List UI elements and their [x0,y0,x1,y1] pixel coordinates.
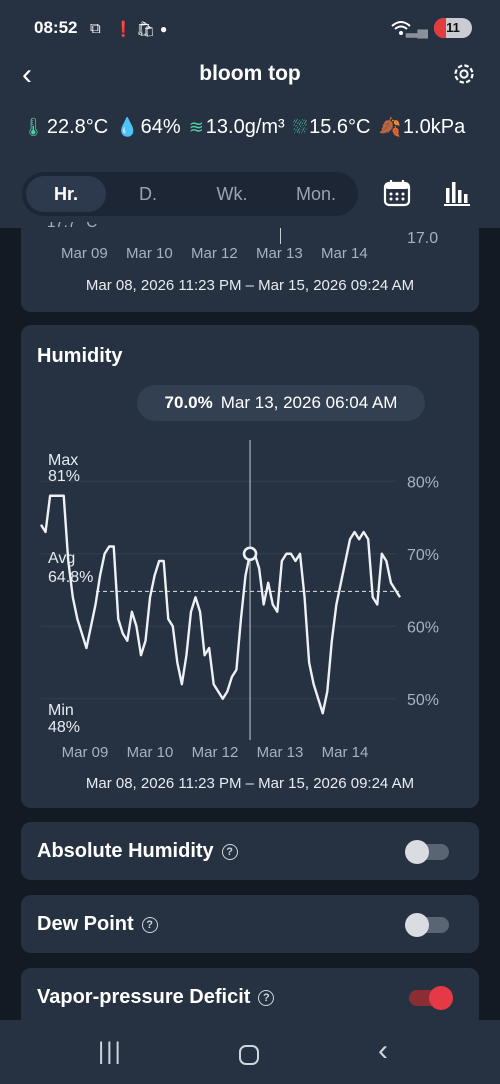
selected-point-marker [242,546,258,562]
humidity-date-range: Mar 08, 2026 11:23 PM – Mar 15, 2026 09:… [85,775,415,792]
home-icon[interactable] [238,1044,260,1066]
tab-week[interactable]: Wk. [192,176,272,212]
y-tick-label: 70% [407,547,439,564]
y-tick-label: 50% [407,692,439,709]
reading-water-drop: 💧 64% [116,116,180,139]
y-tick-label: 60% [407,619,439,636]
dew-point-row[interactable]: Dew Point? [21,895,479,953]
battery-indicator: 11 [434,18,472,38]
temp-date-range: Mar 08, 2026 11:23 PM – Mar 15, 2026 09:… [85,277,415,294]
reading-wind: ≋ 13.0g/m³ [189,116,285,139]
tab-day[interactable]: D. [108,176,188,212]
reading-thermometer: 🌡 22.8°C [22,116,108,139]
back-nav-icon[interactable]: ‹ [378,1034,388,1068]
vpd-toggle[interactable] [409,986,453,1010]
temp-x-label: Mar 14 [321,245,368,262]
calendar-icon[interactable] [382,178,412,208]
bar-chart-icon[interactable] [442,178,472,208]
temp-x-label: Mar 12 [191,245,238,262]
period-tabs: Hr. D. Wk. Mon. [22,172,358,216]
reading-dew-point: ⛆ 15.6°C [293,116,371,139]
sensor-readings: 🌡 22.8°C 💧 64% ≋ 13.0g/m³ ⛆ 15.6°C 🍂 1.0kPa [22,116,500,139]
temp-x-label: Mar 10 [126,245,173,262]
reading-value: 22.8°C [46,116,109,138]
avg-label: Avg [48,550,75,567]
humidity-title: Humidity [37,345,123,367]
temperature-card: 17.7 °C 17.0 Mar 09 Mar 10 Mar 12 Mar 13… [21,216,479,312]
reading-value: 1.0kPa [402,116,466,138]
signal-icon: ▂▄ [405,21,428,38]
temp-axis-right-label: 17.0 [407,230,439,247]
vpd-row[interactable]: Vapor-pressure Deficit? [21,968,479,1028]
tooltip-value: 70.0% [164,393,213,412]
absolute-humidity-toggle[interactable] [405,840,449,864]
page-title: bloom top [199,62,301,85]
avg-value: 64.8% [48,569,93,586]
reading-leaf: 🍂 1.0kPa [379,116,466,139]
humidity-chart[interactable]: 80% 70% 60% 50% Max81% Avg 64.8% Min48% Mar 09 Ma… [21,435,479,765]
app-header: ‹ bloom top [0,58,500,94]
leaf-icon: 🍂 [378,117,401,137]
x-tick-label: Mar 13 [257,744,304,761]
absolute-humidity-row[interactable]: Absolute Humidity? [21,822,479,880]
humidity-card: Humidity 70.0% Mar 13, 2026 06:04 AM 80% 7… [21,325,479,808]
x-tick-label: Mar 14 [322,744,369,761]
reading-value: 13.0g/m³ [205,116,285,138]
dot-icon: ● [160,22,168,36]
min-value: 48% [48,719,80,736]
temp-x-label: Mar 09 [61,245,108,262]
dew-point-toggle[interactable] [405,913,449,937]
x-tick-label: Mar 09 [62,744,109,761]
max-value: 81% [48,468,80,485]
humidity-series-line [39,494,402,715]
tab-month[interactable]: Mon. [276,176,356,212]
reading-value: 15.6°C [309,116,371,138]
min-label: Min [48,702,74,719]
temp-cursor-line [280,228,281,244]
help-icon[interactable]: ? [221,844,238,860]
status-time: 08:52 [34,18,78,37]
system-nav-bar: ||| ‹ [0,1020,500,1084]
alert-icon: ❗ [114,21,133,38]
reading-value: 64% [140,116,181,138]
dew-point-label: Dew Point [37,913,134,935]
x-tick-label: Mar 12 [192,744,239,761]
absolute-humidity-label: Absolute Humidity [37,840,214,862]
x-tick-label: Mar 10 [127,744,174,761]
tab-hour[interactable]: Hr. [26,176,106,212]
water-drop-icon: 💧 [116,117,139,137]
help-icon[interactable]: ? [141,917,158,933]
status-bar: 08:52 ⧉ ❗ 🛍 ● ▂▄ 11 [34,18,472,42]
temp-x-label: Mar 13 [256,245,303,262]
bag-icon: 🛍 [136,21,156,38]
help-icon[interactable]: ? [258,990,275,1006]
screenshot-icon: ⧉ [90,20,101,37]
chart-tooltip: 70.0% Mar 13, 2026 06:04 AM [137,385,425,421]
tooltip-date: Mar 13, 2026 06:04 AM [220,393,398,412]
wind-icon: ≋ [188,117,204,137]
max-label: Max [48,452,78,469]
thermometer-icon: 🌡 [22,117,45,137]
y-tick-label: 80% [407,474,439,491]
recent-apps-icon[interactable]: ||| [98,1038,123,1066]
temp-cut-label: 17.7 °C [47,222,98,231]
vpd-label: Vapor-pressure Deficit [37,986,251,1008]
dew-point-icon: ⛆ [292,117,308,137]
settings-gear-icon[interactable] [450,60,478,88]
